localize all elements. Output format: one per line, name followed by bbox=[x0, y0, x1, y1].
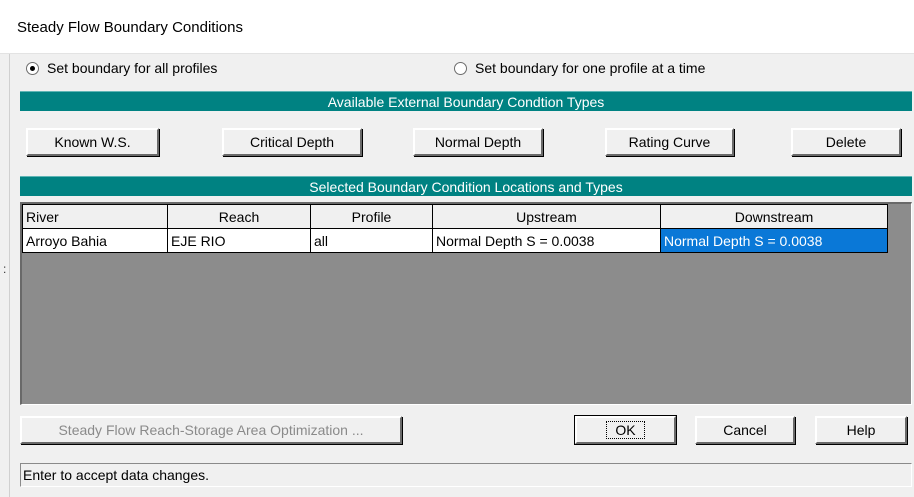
radio-set-one-profile-label: Set boundary for one profile at a time bbox=[475, 60, 706, 76]
available-types-banner: Available External Boundary Condtion Typ… bbox=[20, 91, 912, 111]
column-header-reach: Reach bbox=[167, 204, 311, 229]
cell-profile[interactable]: all bbox=[310, 228, 433, 253]
table-row[interactable]: Arroyo Bahia EJE RIO all Normal Depth S … bbox=[22, 228, 888, 253]
radio-set-all-profiles-label: Set boundary for all profiles bbox=[47, 60, 218, 76]
radio-checked-indicator bbox=[26, 61, 39, 75]
column-header-river: River bbox=[22, 204, 168, 229]
boundary-grid: River Reach Profile Upstream Downstream … bbox=[20, 202, 912, 405]
window-title: Steady Flow Boundary Conditions bbox=[17, 19, 243, 36]
normal-depth-button[interactable]: Normal Depth bbox=[413, 128, 543, 156]
stray-glyph: : bbox=[3, 262, 7, 276]
table-header-row: River Reach Profile Upstream Downstream bbox=[22, 204, 888, 229]
column-header-profile: Profile bbox=[310, 204, 433, 229]
critical-depth-button[interactable]: Critical Depth bbox=[222, 128, 362, 156]
status-bar: Enter to accept data changes. bbox=[20, 463, 912, 487]
cancel-button[interactable]: Cancel bbox=[695, 416, 795, 444]
optimization-button[interactable]: Steady Flow Reach-Storage Area Optimizat… bbox=[20, 416, 402, 444]
cell-downstream-selected[interactable]: Normal Depth S = 0.0038 bbox=[660, 228, 888, 253]
ok-button[interactable]: OK bbox=[574, 415, 677, 445]
radio-set-all-profiles[interactable]: Set boundary for all profiles bbox=[26, 60, 217, 76]
title-bar: Steady Flow Boundary Conditions bbox=[0, 0, 914, 54]
cell-upstream[interactable]: Normal Depth S = 0.0038 bbox=[432, 228, 661, 253]
column-header-upstream: Upstream bbox=[432, 204, 661, 229]
selected-locations-banner: Selected Boundary Condition Locations an… bbox=[20, 176, 912, 196]
radio-set-one-profile[interactable]: Set boundary for one profile at a time bbox=[454, 60, 705, 76]
help-button[interactable]: Help bbox=[815, 416, 907, 444]
known-ws-button[interactable]: Known W.S. bbox=[26, 128, 159, 156]
cell-reach[interactable]: EJE RIO bbox=[167, 228, 311, 253]
boundary-table: River Reach Profile Upstream Downstream … bbox=[22, 204, 888, 253]
cell-river[interactable]: Arroyo Bahia bbox=[22, 228, 168, 253]
column-header-downstream: Downstream bbox=[660, 204, 888, 229]
boundary-conditions-window: Steady Flow Boundary Conditions : Set bo… bbox=[0, 0, 914, 497]
radio-unchecked-indicator bbox=[454, 61, 467, 75]
window-left-border bbox=[9, 54, 10, 497]
ok-button-label: OK bbox=[606, 421, 645, 439]
rating-curve-button[interactable]: Rating Curve bbox=[605, 128, 734, 156]
delete-button[interactable]: Delete bbox=[791, 128, 901, 156]
